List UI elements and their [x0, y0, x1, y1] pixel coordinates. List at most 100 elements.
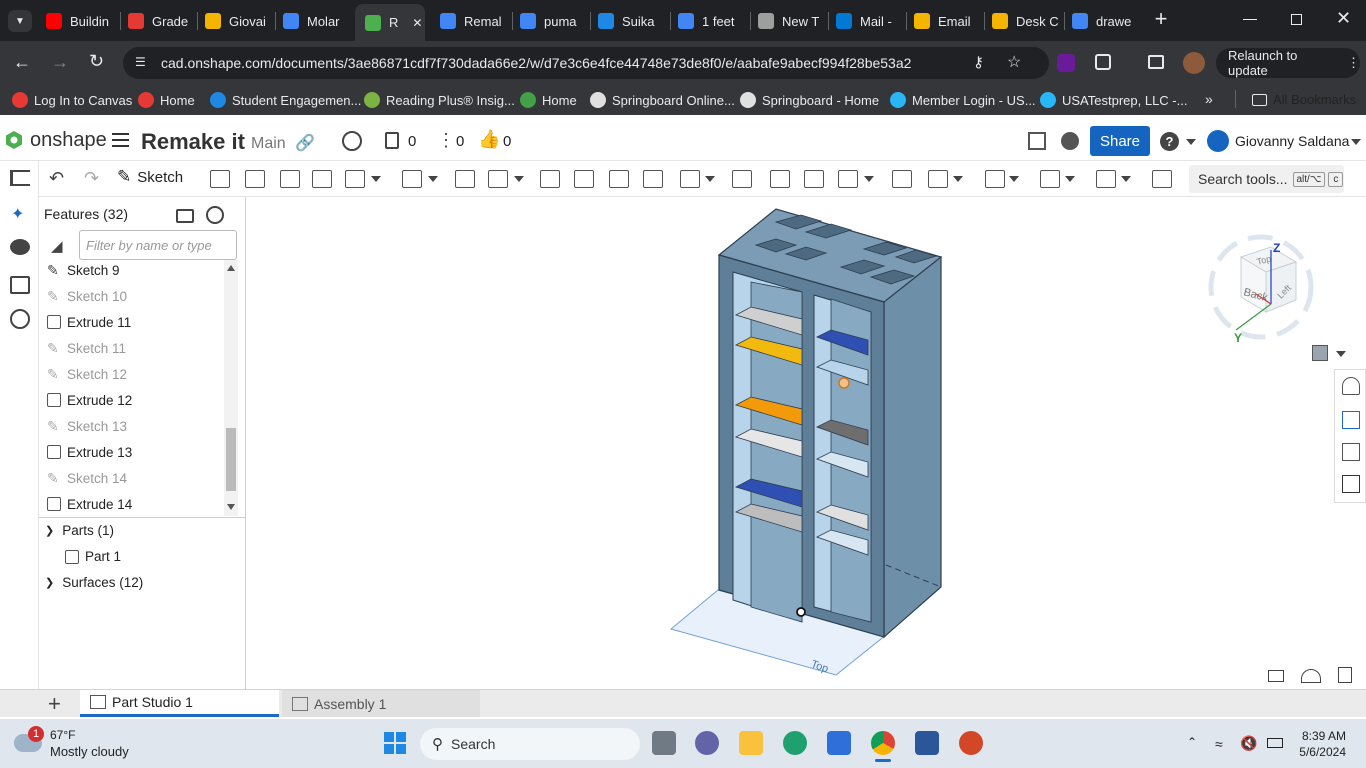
feature-item[interactable]: Extrude 14 — [47, 491, 132, 517]
browser-tab[interactable]: Suika — [598, 8, 668, 34]
browser-tab[interactable]: Grade — [128, 8, 198, 34]
filter-funnel-icon[interactable]: ◢ — [51, 237, 63, 255]
wifi-icon[interactable]: ≈ — [1215, 736, 1223, 752]
tool-dropdown-caret-icon[interactable] — [371, 176, 381, 182]
globe-icon[interactable] — [342, 131, 362, 151]
render-mode-icon[interactable] — [1301, 669, 1321, 683]
pattern-tool-icon[interactable] — [680, 170, 700, 188]
history-icon[interactable] — [10, 309, 30, 329]
fillet-tool-icon[interactable] — [402, 170, 422, 188]
feature-item[interactable]: ✎ Sketch 12 — [47, 361, 127, 387]
filter-input[interactable]: Filter by name or type — [79, 230, 237, 260]
back-arrow-icon[interactable]: ← — [13, 52, 31, 73]
bookmark-item[interactable]: Home — [520, 92, 577, 108]
feature-item[interactable]: ✎ Sketch 9 — [47, 257, 120, 283]
edge-browser-icon[interactable] — [783, 731, 807, 755]
tool-dropdown-caret-icon[interactable] — [864, 176, 874, 182]
cylinder-tool-icon[interactable] — [643, 170, 663, 188]
restore-button[interactable] — [1291, 14, 1302, 25]
view-options-cube-icon[interactable] — [1312, 345, 1328, 361]
part-item[interactable]: Part 1 — [65, 549, 121, 564]
feature-item[interactable]: Extrude 12 — [47, 387, 132, 413]
sheet-metal-tool-icon[interactable] — [1096, 170, 1116, 188]
relaunch-button[interactable]: Relaunch to update ⋮ — [1216, 48, 1360, 78]
tool-dropdown-caret-icon[interactable] — [1009, 176, 1019, 182]
bookmark-item[interactable]: Springboard Online... — [590, 92, 735, 108]
explode-view-icon[interactable] — [1342, 411, 1360, 429]
feature-list-icon[interactable] — [10, 170, 30, 186]
powerpoint-icon[interactable] — [959, 731, 983, 755]
feature-list-scrollbar[interactable] — [224, 260, 238, 516]
units-icon[interactable] — [1338, 667, 1352, 683]
measure-tool-icon[interactable] — [1342, 475, 1360, 493]
sketch-button[interactable]: ✎ Sketch — [117, 167, 183, 187]
frame-tool-icon[interactable] — [1152, 170, 1172, 188]
tray-chevron-up-icon[interactable]: ⌃ — [1187, 735, 1197, 749]
browser-tab[interactable]: puma — [520, 8, 590, 34]
browser-tab[interactable]: Mail - — [836, 8, 906, 34]
redo-icon[interactable]: ↷ — [84, 168, 99, 189]
feature-item[interactable]: Extrude 11 — [47, 309, 131, 335]
appearance-tool-icon[interactable] — [1342, 377, 1360, 395]
parts-icon[interactable] — [10, 276, 30, 294]
bookmark-item[interactable]: Springboard - Home — [740, 92, 879, 108]
loft-tool-icon[interactable] — [312, 170, 332, 188]
like-thumb-icon[interactable]: 👍 — [478, 129, 500, 150]
browser-tab[interactable]: Email — [914, 8, 984, 34]
shell-tool-icon[interactable] — [574, 170, 594, 188]
sweep-tool-icon[interactable] — [280, 170, 300, 188]
teams-meet-icon[interactable] — [695, 731, 719, 755]
browser-tab[interactable]: 1 feet — [678, 8, 748, 34]
feature-item[interactable]: ✎ Sketch 10 — [47, 283, 127, 309]
bookmark-item[interactable]: USATestprep, LLC -... — [1040, 92, 1187, 108]
delete-part-tool-icon[interactable] — [892, 170, 912, 188]
help-caret-icon[interactable] — [1186, 139, 1196, 145]
modify-fillet-tool-icon[interactable] — [928, 170, 948, 188]
undo-icon[interactable]: ↶ — [49, 168, 64, 189]
branch-label[interactable]: Main — [251, 135, 286, 153]
comments-icon[interactable] — [10, 239, 30, 255]
mirror-tool-icon[interactable] — [732, 170, 752, 188]
password-key-icon[interactable]: ⚷ — [973, 53, 984, 71]
split-tool-icon[interactable] — [804, 170, 824, 188]
view-cube[interactable]: Top Back Left Z Y — [1201, 212, 1321, 352]
rollback-timer-icon[interactable] — [206, 206, 224, 224]
boolean-tool-icon[interactable] — [770, 170, 790, 188]
info-icon[interactable]: ⋮ — [437, 130, 455, 151]
link-icon[interactable]: 🔗 — [295, 133, 315, 153]
search-tools-field[interactable]: Search tools... alt/⌥ c — [1189, 165, 1344, 193]
browser-tab[interactable]: Desk C — [992, 8, 1062, 34]
feature-item[interactable]: ✎ Sketch 14 — [47, 465, 127, 491]
parts-toggle[interactable]: ❯ Parts (1) — [45, 523, 114, 538]
clock-time[interactable]: 8:39 AM — [1300, 729, 1346, 743]
browser-tab[interactable]: R ✕ — [355, 4, 425, 41]
browser-tab[interactable]: Buildin — [46, 8, 116, 34]
feature-item[interactable]: ✎ Sketch 13 — [47, 413, 127, 439]
close-tab-icon[interactable]: ✕ — [412, 16, 422, 30]
help-icon[interactable]: ? — [1160, 132, 1179, 151]
task-view-icon[interactable] — [652, 731, 676, 755]
rib-tool-icon[interactable] — [540, 170, 560, 188]
versions-icon[interactable] — [385, 132, 399, 149]
tab-assembly[interactable]: Assembly 1 — [282, 690, 480, 717]
tool-dropdown-caret-icon[interactable] — [1121, 176, 1131, 182]
side-panel-icon[interactable] — [1148, 55, 1164, 69]
profile-avatar[interactable] — [1183, 52, 1205, 74]
add-element-plus-icon[interactable]: + — [48, 691, 61, 717]
surfaces-toggle[interactable]: ❯ Surfaces (12) — [45, 575, 143, 590]
chrome-taskbar-icon[interactable] — [871, 731, 895, 755]
tab-search-chevron-icon[interactable]: ▼ — [8, 10, 32, 32]
browser-tab[interactable]: Molar — [283, 8, 353, 34]
word-icon[interactable] — [915, 731, 939, 755]
view-options-caret-icon[interactable] — [1336, 351, 1346, 357]
tab-part-studio[interactable]: Part Studio 1 — [80, 690, 279, 717]
scroll-down-arrow[interactable] — [227, 504, 235, 510]
plane-feature-tool-icon[interactable] — [985, 170, 1005, 188]
section-plane-icon[interactable] — [1268, 670, 1284, 682]
reload-icon[interactable]: ↻ — [89, 51, 104, 72]
extension-icon[interactable] — [1057, 54, 1075, 72]
user-menu-caret-icon[interactable] — [1351, 139, 1361, 145]
add-folder-icon[interactable] — [176, 209, 194, 223]
bookmark-item[interactable]: Reading Plus® Insig... — [364, 92, 515, 108]
file-explorer-icon[interactable] — [739, 731, 763, 755]
